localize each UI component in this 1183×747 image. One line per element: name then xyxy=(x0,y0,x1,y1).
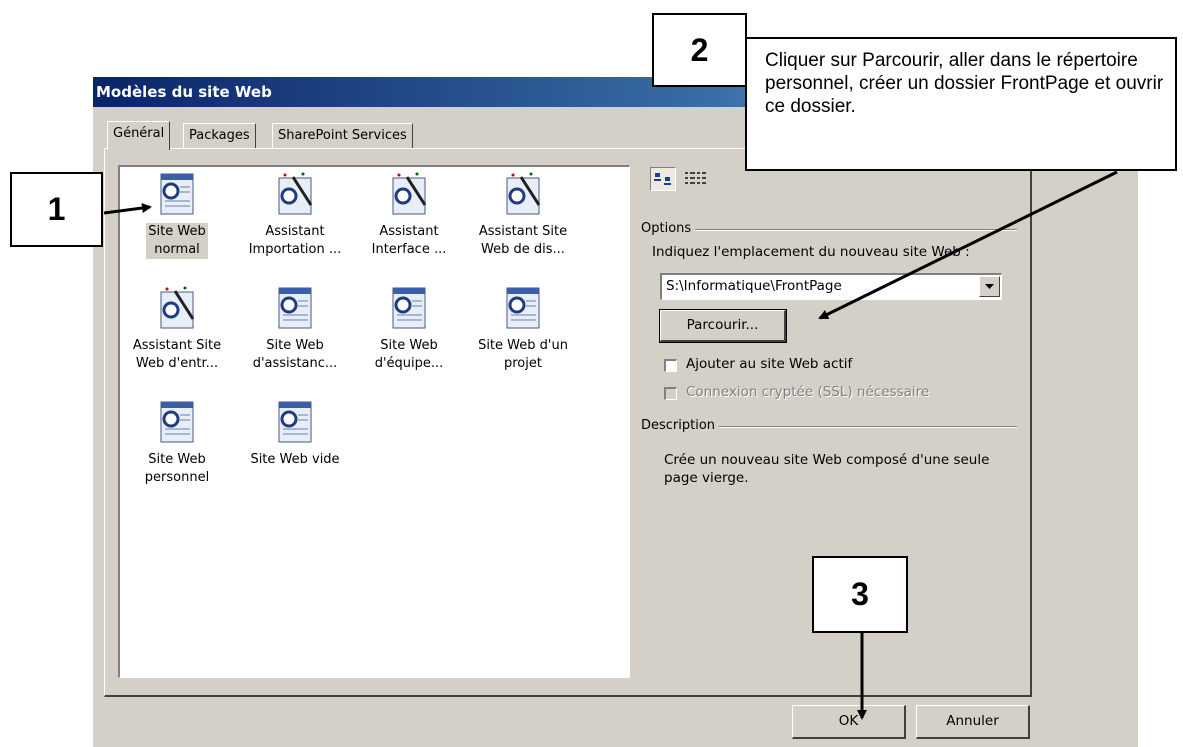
template-label-line2: Importation ... xyxy=(248,242,342,257)
template-label-line1: Site Web d'un xyxy=(478,338,568,353)
template-item-site-web-dequipe[interactable]: Site Web d'équipe... xyxy=(352,285,466,397)
location-combobox[interactable]: S:\Informatique\FrontPage xyxy=(660,273,1002,300)
template-item-site-web-vide[interactable]: Site Web vide xyxy=(238,399,352,511)
template-item-assistant-importation[interactable]: Assistant Importation ... xyxy=(238,171,352,283)
template-label-line2: personnel xyxy=(144,470,210,485)
location-value: S:\Informatique\FrontPage xyxy=(666,278,842,294)
ssl-required-label: Connexion cryptée (SSL) nécessaire xyxy=(686,384,930,400)
wizard-icon xyxy=(506,172,541,215)
large-icons-view-button[interactable] xyxy=(650,167,676,191)
template-label-line2: normal xyxy=(154,242,200,257)
template-item-site-web-dassistance[interactable]: Site Web d'assistanc... xyxy=(238,285,352,397)
template-label-line1: Assistant xyxy=(379,224,439,239)
template-item-site-web-personnel[interactable]: Site Web personnel xyxy=(120,399,234,511)
web-page-icon xyxy=(506,287,540,329)
web-page-icon xyxy=(160,173,194,215)
template-item-assistant-site-web-de-dis[interactable]: Assistant Site Web de dis... xyxy=(466,171,580,283)
callout-step-2-text: Cliquer sur Parcourir, aller dans le rép… xyxy=(745,37,1177,171)
template-label-line2: d'équipe... xyxy=(374,356,444,371)
tab-packages[interactable]: Packages xyxy=(183,123,256,148)
template-item-site-web-dun-projet[interactable]: Site Web d'un projet xyxy=(466,285,580,397)
chevron-down-icon xyxy=(985,284,994,289)
template-item-assistant-site-web-dentr[interactable]: Assistant Site Web d'entr... xyxy=(120,285,234,397)
callout-step-1: 1 xyxy=(10,172,103,247)
template-item-site-web-normal[interactable]: Site Web normal xyxy=(120,171,234,283)
template-label-line2: Web d'entr... xyxy=(135,356,219,371)
template-label-line2: projet xyxy=(504,356,542,371)
options-group-line xyxy=(641,229,1017,231)
list-view-icon xyxy=(685,172,706,184)
web-page-icon xyxy=(392,287,426,329)
options-group-label: Options xyxy=(641,221,696,236)
callout-step-3: 3 xyxy=(812,556,908,633)
template-label-line1: Assistant Site xyxy=(132,338,222,353)
callout-step-2: 2 xyxy=(652,13,747,87)
ssl-required-checkbox[interactable] xyxy=(664,387,677,400)
template-label-line1: Assistant xyxy=(265,224,325,239)
wizard-icon xyxy=(160,286,195,329)
template-label-line1: Site Web xyxy=(266,338,324,353)
tab-general[interactable]: Général xyxy=(107,121,171,150)
template-label-line2: Web de dis... xyxy=(481,242,565,257)
template-label-line1: Assistant Site xyxy=(478,224,568,239)
add-to-current-web-label: Ajouter au site Web actif xyxy=(686,356,853,372)
add-to-current-web-checkbox[interactable] xyxy=(664,359,677,372)
web-page-icon xyxy=(278,401,312,443)
list-view-button[interactable] xyxy=(682,167,708,191)
template-label-line1: Site Web xyxy=(380,338,438,353)
web-page-icon xyxy=(160,401,194,443)
browse-button[interactable]: Parcourir... xyxy=(659,309,787,343)
description-group-label: Description xyxy=(641,418,720,433)
template-label-line2: d'assistanc... xyxy=(252,356,338,371)
template-item-assistant-interface[interactable]: Assistant Interface ... xyxy=(352,171,466,283)
ok-button[interactable]: OK xyxy=(792,705,906,739)
wizard-icon xyxy=(392,172,427,215)
description-text: Crée un nouveau site Web composé d'une s… xyxy=(664,452,990,486)
cancel-button[interactable]: Annuler xyxy=(916,705,1030,739)
dropdown-arrow-button[interactable] xyxy=(979,276,1000,297)
web-page-icon xyxy=(278,287,312,329)
tab-sharepoint-services[interactable]: SharePoint Services xyxy=(272,123,413,148)
template-label-line1: Site Web xyxy=(148,452,206,467)
location-label: Indiquez l'emplacement du nouveau site W… xyxy=(652,244,970,260)
wizard-icon xyxy=(278,172,313,215)
large-icons-icon xyxy=(654,173,671,185)
template-label-line1: Site Web xyxy=(148,224,206,239)
template-label-line2: Interface ... xyxy=(371,242,447,257)
template-list[interactable]: Site Web normal Assistant Importation ... … xyxy=(118,165,630,678)
template-label-line1: Site Web vide xyxy=(250,452,340,467)
